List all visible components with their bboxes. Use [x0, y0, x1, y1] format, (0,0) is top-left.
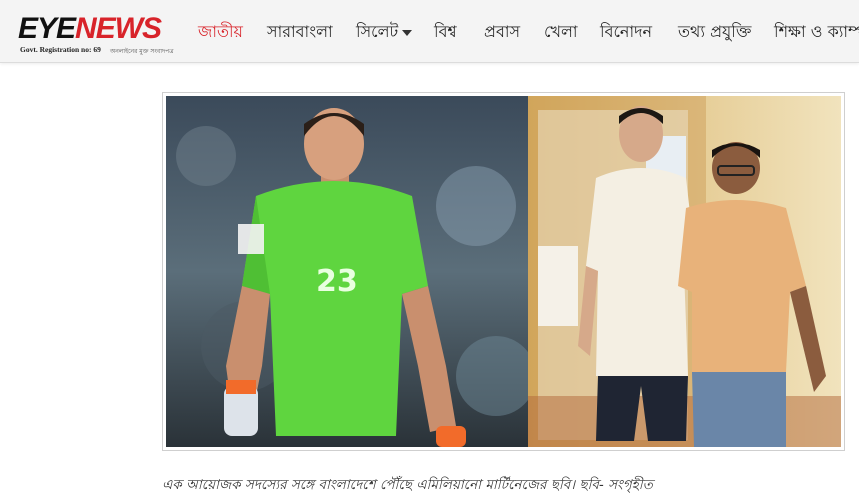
nav-item-world[interactable]: বিশ্ব — [434, 22, 457, 42]
logo-news-text: NEWS — [75, 12, 162, 45]
chevron-down-icon — [402, 29, 413, 36]
nav-item-sylhet[interactable]: সিলেট — [356, 22, 413, 42]
nav-item-education[interactable]: শিক্ষা ও ক্যাম্পাস — [774, 22, 859, 42]
site-logo[interactable]: EYENEWS Govt. Registration no: 69 অনলাইন… — [18, 12, 178, 56]
top-navbar: EYENEWS Govt. Registration no: 69 অনলাইন… — [0, 0, 859, 63]
nav-item-technology[interactable]: তথ্য প্রযুক্তি — [678, 22, 751, 42]
photo-collage: 23 — [166, 96, 841, 447]
nav-item-entertainment[interactable]: বিনোদন — [600, 22, 652, 42]
hotel-photo — [528, 96, 841, 447]
logo-eye-text: EYE — [18, 12, 76, 45]
article-photo: 23 — [162, 92, 845, 451]
logo-registration: Govt. Registration no: 69 — [20, 45, 101, 54]
nav-item-sylhet-label: সিলেট — [356, 22, 399, 41]
nav-item-national[interactable]: জাতীয় — [198, 22, 243, 42]
main-nav: জাতীয় সারাবাংলা সিলেট বিশ্ব প্রবাস খেলা… — [190, 0, 859, 62]
logo-wordmark: EYENEWS — [18, 12, 162, 46]
photo-caption: এক আয়োজক সদস্যের সঙ্গে বাংলাদেশে পৌঁছে … — [162, 477, 653, 493]
logo-tagline: অনলাইনের মুক্ত সংবাদপত্র — [110, 48, 174, 55]
goalkeeper-photo: 23 — [166, 96, 536, 447]
nav-item-countrywide[interactable]: সারাবাংলা — [267, 22, 333, 42]
nav-item-sports[interactable]: খেলা — [544, 22, 578, 42]
nav-item-probash[interactable]: প্রবাস — [484, 22, 520, 42]
jersey-number: 23 — [316, 264, 358, 299]
